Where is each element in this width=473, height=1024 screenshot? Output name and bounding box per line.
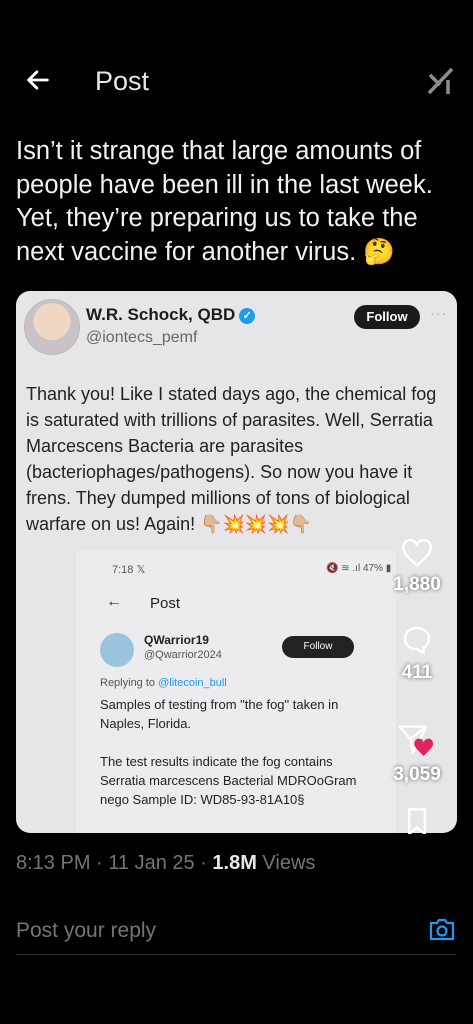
bookmark-icon <box>408 808 426 834</box>
reply-icon <box>403 626 431 656</box>
more-icon: ··· <box>430 305 447 321</box>
embedded-follow-button: Follow <box>354 305 420 329</box>
nested-avatar <box>100 633 134 667</box>
nested-replying-to: Replying to @litecoin_bull <box>100 677 227 689</box>
camera-icon[interactable] <box>428 916 456 942</box>
nested-screenshot: 7:18 𝕏 🔇 ≋ .ıl 47% ▮ ← Post QWarrior19 @… <box>76 551 396 833</box>
tweet-meta: 8:13 PM · 11 Jan 25 · 1.8M Views <box>16 852 315 875</box>
views-label: Views <box>256 852 316 874</box>
like-count: 1,880 <box>393 574 441 595</box>
reply-input[interactable] <box>16 914 396 948</box>
tweet-text: Isn’t it strange that large amounts of p… <box>16 137 433 266</box>
nested-title: Post <box>150 595 181 612</box>
share-count: 3,059 <box>393 764 441 785</box>
embedded-post-text: Thank you! Like I stated days ago, the c… <box>26 384 437 534</box>
nested-text-2: The test results indicate the fog contai… <box>100 754 357 807</box>
embedded-author-name: W.R. Schock, QBD ✓ <box>86 305 256 325</box>
nested-text-1: Samples of testing from "the fog" taken … <box>100 697 339 731</box>
page-title: Post <box>95 66 150 96</box>
nested-follow-button: Follow <box>282 636 354 658</box>
reply-count: 411 <box>401 662 433 683</box>
share-icon <box>398 725 434 756</box>
reply-button[interactable]: 411 <box>387 624 447 684</box>
like-button[interactable]: 1,880 <box>387 538 447 596</box>
bookmark-button[interactable] <box>387 808 447 834</box>
back-arrow-icon[interactable] <box>24 66 52 94</box>
embedded-author-handle: @iontecs_pemf <box>86 329 198 346</box>
verified-badge-icon: ✓ <box>239 308 256 324</box>
nested-author-name: QWarrior19 <box>144 633 209 647</box>
views-count: 1.8M <box>212 852 257 874</box>
nested-author-handle: @Qwarrior2024 <box>144 649 222 661</box>
avatar <box>24 299 80 355</box>
heart-icon <box>402 538 432 567</box>
divider <box>16 954 456 955</box>
nested-back-icon: ← <box>106 593 122 610</box>
status-icons: 🔇 ≋ .ıl 47% ▮ <box>326 563 392 574</box>
grok-icon[interactable] <box>426 66 456 96</box>
status-time: 7:18 𝕏 <box>112 564 146 576</box>
timestamp: 8:13 PM · 11 Jan 25 · <box>16 852 213 874</box>
share-button[interactable]: 3,059 <box>387 722 447 786</box>
